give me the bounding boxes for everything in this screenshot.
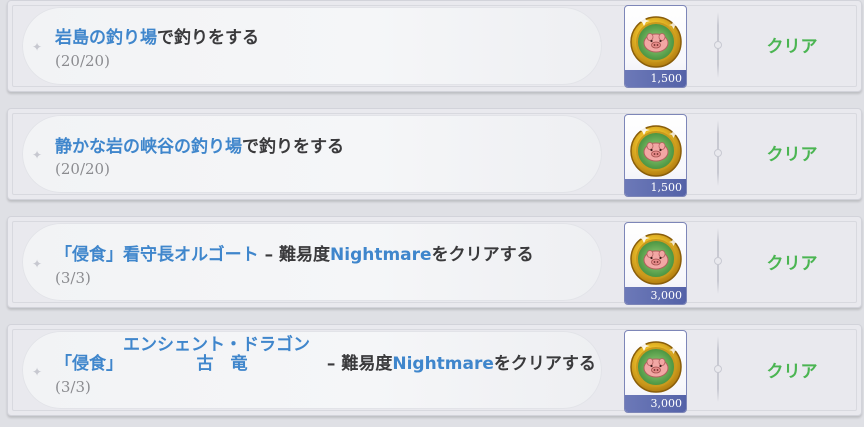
reward-item[interactable]: 1,500 bbox=[624, 5, 687, 88]
quest-progress: (3/3) bbox=[55, 378, 91, 396]
quest-row[interactable]: ✦ 岩島の釣り場で釣りをする (20/20) 1,500 クリア bbox=[7, 0, 862, 92]
boss-name-reading: エンシェント・ドラゴン bbox=[123, 335, 310, 355]
sparkle-icon: ✦ bbox=[32, 257, 43, 271]
divider bbox=[714, 12, 722, 78]
quest-row[interactable]: ✦ 「侵食」看守長オルゴート – 難易度Nightmareをクリアする (3/3… bbox=[7, 216, 862, 308]
pig-gold-coin-icon bbox=[628, 227, 684, 287]
reward-item[interactable]: 3,000 bbox=[624, 330, 687, 413]
quest-boss-name: 「侵食」看守長オルゴート bbox=[55, 245, 259, 265]
reward-amount: 3,000 bbox=[625, 287, 686, 304]
reward-item[interactable]: 1,500 bbox=[624, 114, 687, 197]
quest-boss-name: エンシェント・ドラゴン古 竜 bbox=[123, 335, 321, 374]
pig-gold-coin-icon bbox=[628, 119, 684, 179]
quest-progress: (20/20) bbox=[55, 160, 110, 178]
quest-row[interactable]: ✦ 「侵食」 エンシェント・ドラゴン古 竜 – 難易度Nightmareをクリアす… bbox=[7, 324, 862, 416]
quest-objective: をクリアする bbox=[431, 245, 534, 265]
quest-objective: で釣りをする bbox=[157, 28, 259, 48]
quest-difficulty: Nightmare bbox=[392, 354, 494, 374]
boss-name-kanji: 古 竜 bbox=[196, 354, 248, 374]
quest-title: 静かな岩の峡谷の釣り場で釣りをする bbox=[55, 137, 344, 157]
pig-gold-coin-icon bbox=[628, 10, 684, 70]
quest-difficulty-label: – 難易度 bbox=[321, 354, 393, 374]
status-cleared: クリア bbox=[766, 362, 818, 382]
divider-ornament-icon bbox=[714, 257, 722, 265]
divider-ornament-icon bbox=[714, 149, 722, 157]
quest-objective: で釣りをする bbox=[242, 137, 344, 157]
reward-amount: 3,000 bbox=[625, 395, 686, 412]
quest-row[interactable]: ✦ 静かな岩の峡谷の釣り場で釣りをする (20/20) 1,500 クリア bbox=[7, 108, 862, 200]
sparkle-icon: ✦ bbox=[32, 365, 43, 379]
reward-amount: 1,500 bbox=[625, 70, 686, 87]
divider bbox=[714, 228, 722, 294]
quest-difficulty-label: – 難易度 bbox=[258, 245, 331, 265]
reward-amount: 1,500 bbox=[625, 179, 686, 196]
quest-list: ✦ 岩島の釣り場で釣りをする (20/20) 1,500 クリア ✦ 静かな岩の… bbox=[0, 0, 864, 427]
reward-item[interactable]: 3,000 bbox=[624, 222, 687, 305]
quest-location: 静かな岩の峡谷の釣り場 bbox=[55, 137, 242, 157]
sparkle-icon: ✦ bbox=[32, 148, 43, 162]
quest-location: 岩島の釣り場 bbox=[55, 28, 157, 48]
divider bbox=[714, 336, 722, 402]
divider-ornament-icon bbox=[714, 365, 722, 373]
quest-prefix: 「侵食」 bbox=[55, 354, 123, 374]
status-cleared: クリア bbox=[766, 145, 818, 165]
quest-title: 「侵食」 エンシェント・ドラゴン古 竜 – 難易度Nightmareをクリアする bbox=[55, 335, 596, 374]
quest-progress: (20/20) bbox=[55, 52, 110, 70]
pig-gold-coin-icon bbox=[628, 335, 684, 395]
divider-ornament-icon bbox=[714, 41, 722, 49]
divider bbox=[714, 120, 722, 186]
status-cleared: クリア bbox=[766, 37, 818, 57]
quest-objective: をクリアする bbox=[493, 354, 596, 374]
quest-difficulty: Nightmare bbox=[330, 245, 432, 265]
quest-progress: (3/3) bbox=[55, 269, 91, 287]
sparkle-icon: ✦ bbox=[32, 40, 43, 54]
quest-title: 「侵食」看守長オルゴート – 難易度Nightmareをクリアする bbox=[55, 245, 534, 265]
quest-title: 岩島の釣り場で釣りをする bbox=[55, 28, 259, 48]
status-cleared: クリア bbox=[766, 254, 818, 274]
